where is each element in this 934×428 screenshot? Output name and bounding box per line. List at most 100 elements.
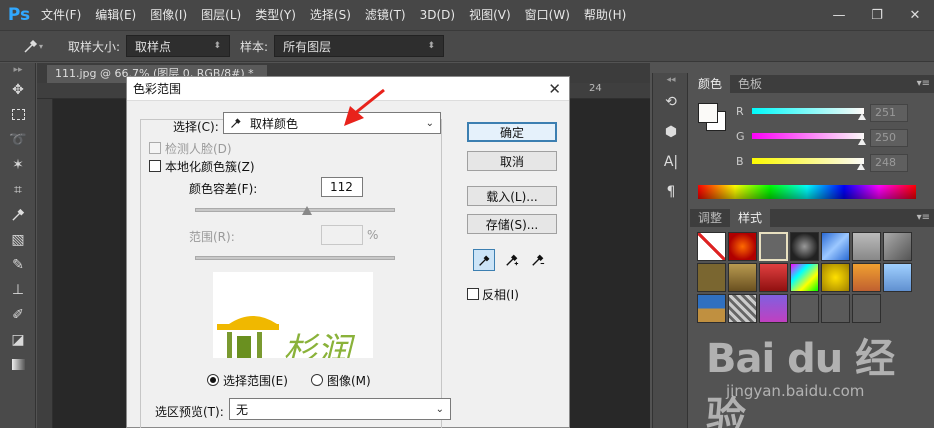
3d-panel-button[interactable]: ⬢ bbox=[653, 117, 689, 147]
range-input[interactable] bbox=[321, 225, 363, 245]
eraser-tool[interactable]: ◪ bbox=[0, 327, 36, 352]
selection-preview-dropdown[interactable]: 无 ⌄ bbox=[229, 398, 451, 420]
style-swatch[interactable] bbox=[759, 263, 788, 292]
style-swatch[interactable] bbox=[697, 263, 726, 292]
sample-label: 样本: bbox=[240, 39, 269, 54]
minimize-button[interactable]: — bbox=[820, 0, 858, 30]
channel-r-slider[interactable] bbox=[752, 108, 864, 114]
magic-wand-tool[interactable]: ✶ bbox=[0, 152, 36, 177]
localized-clusters-checkbox[interactable] bbox=[149, 160, 161, 172]
style-swatch[interactable] bbox=[759, 232, 788, 261]
style-swatch[interactable] bbox=[759, 294, 788, 323]
fuzziness-input[interactable]: 112 bbox=[321, 177, 363, 197]
menu-edit[interactable]: 编辑(E) bbox=[88, 0, 143, 30]
load-button[interactable]: 载入(L)... bbox=[467, 186, 557, 206]
eyedropper-tool-preset[interactable]: ▾ bbox=[20, 35, 46, 57]
menu-image[interactable]: 图像(I) bbox=[143, 0, 194, 30]
panel-menu-icon[interactable]: ▾≡ bbox=[917, 75, 930, 93]
tab-adjustments[interactable]: 调整 bbox=[690, 209, 730, 227]
eyedropper-subtract-button[interactable] bbox=[527, 249, 549, 271]
foreground-color-swatch[interactable] bbox=[698, 103, 718, 123]
style-none[interactable] bbox=[697, 232, 726, 261]
dialog-close-button[interactable]: ✕ bbox=[548, 80, 561, 98]
select-value: 取样颜色 bbox=[250, 116, 299, 131]
style-swatch[interactable] bbox=[697, 294, 726, 323]
marquee-tool[interactable] bbox=[0, 102, 36, 127]
channel-b-value[interactable]: 248 bbox=[870, 154, 908, 172]
channel-g-value[interactable]: 250 bbox=[870, 129, 908, 147]
menu-view[interactable]: 视图(V) bbox=[462, 0, 518, 30]
selection-radio[interactable] bbox=[207, 374, 219, 386]
sample-size-select[interactable]: 取样点 ⬍ bbox=[126, 35, 231, 57]
style-swatch[interactable] bbox=[821, 263, 850, 292]
paragraph-panel-button[interactable]: ¶ bbox=[653, 177, 689, 207]
style-swatch[interactable] bbox=[852, 294, 881, 323]
style-swatch[interactable] bbox=[728, 232, 757, 261]
clone-stamp-tool[interactable]: ⊥ bbox=[0, 277, 36, 302]
tab-swatches[interactable]: 色板 bbox=[730, 75, 770, 93]
channel-b-slider[interactable] bbox=[752, 158, 864, 164]
detect-faces-checkbox[interactable] bbox=[149, 142, 161, 154]
eyedropper-sample-button[interactable] bbox=[473, 249, 495, 271]
save-button[interactable]: 存储(S)... bbox=[467, 214, 557, 234]
menu-3d[interactable]: 3D(D) bbox=[413, 0, 462, 30]
menu-select[interactable]: 选择(S) bbox=[303, 0, 358, 30]
channel-r-thumb[interactable] bbox=[858, 113, 867, 120]
menu-file[interactable]: 文件(F) bbox=[34, 0, 88, 30]
tab-styles[interactable]: 样式 bbox=[730, 209, 771, 227]
channel-b-thumb[interactable] bbox=[856, 163, 865, 170]
healing-brush-tool[interactable]: ▧ bbox=[0, 227, 36, 252]
cube-icon: ⬢ bbox=[664, 124, 678, 140]
restore-button[interactable]: ❐ bbox=[858, 0, 896, 30]
eyedropper-add-button[interactable] bbox=[501, 249, 523, 271]
style-swatch[interactable] bbox=[883, 232, 912, 261]
close-window-button[interactable]: ✕ bbox=[896, 0, 934, 30]
style-swatch[interactable] bbox=[883, 263, 912, 292]
updown-icon: ⬍ bbox=[427, 41, 436, 51]
window-controls: — ❐ ✕ bbox=[820, 0, 934, 30]
style-swatch[interactable] bbox=[852, 263, 881, 292]
menu-filter[interactable]: 滤镜(T) bbox=[358, 0, 413, 30]
image-radio[interactable] bbox=[311, 374, 323, 386]
gradient-tool[interactable] bbox=[0, 352, 36, 377]
style-swatch[interactable] bbox=[790, 294, 819, 323]
style-swatch[interactable] bbox=[728, 263, 757, 292]
style-swatch[interactable] bbox=[821, 294, 850, 323]
character-panel-button[interactable]: A| bbox=[653, 147, 689, 177]
marquee-icon bbox=[11, 109, 25, 120]
select-dropdown[interactable]: 取样颜色 ⌄ bbox=[223, 112, 441, 134]
history-panel-button[interactable]: ⟲ bbox=[653, 87, 689, 117]
sample-select[interactable]: 所有图层 ⬍ bbox=[274, 35, 445, 57]
color-spectrum-bar[interactable] bbox=[698, 185, 916, 199]
channel-r-value[interactable]: 251 bbox=[870, 104, 908, 122]
style-swatch[interactable] bbox=[852, 232, 881, 261]
lasso-tool[interactable]: ➰ bbox=[0, 127, 36, 152]
fuzziness-slider-thumb[interactable] bbox=[302, 206, 312, 215]
channel-g-thumb[interactable] bbox=[857, 138, 866, 145]
menu-type[interactable]: 类型(Y) bbox=[248, 0, 303, 30]
ok-button[interactable]: 确定 bbox=[467, 122, 557, 142]
menu-layer[interactable]: 图层(L) bbox=[194, 0, 248, 30]
history-brush-tool[interactable]: ✐ bbox=[0, 302, 36, 327]
styles-panel-tabs: 调整 样式 ▾≡ bbox=[690, 209, 934, 227]
panel-menu-icon[interactable]: ▾≡ bbox=[917, 209, 930, 227]
eyedropper-tool[interactable] bbox=[0, 202, 36, 227]
brush-icon: ✎ bbox=[12, 256, 24, 273]
invert-checkbox[interactable] bbox=[467, 288, 479, 300]
move-tool[interactable]: ✥ bbox=[0, 77, 36, 102]
crop-tool[interactable]: ⌗ bbox=[0, 177, 36, 202]
channel-g-slider[interactable] bbox=[752, 133, 864, 139]
style-swatch[interactable] bbox=[790, 232, 819, 261]
style-swatch[interactable] bbox=[821, 232, 850, 261]
channel-r-label: R bbox=[736, 105, 744, 118]
tab-color[interactable]: 颜色 bbox=[690, 75, 731, 93]
cancel-button[interactable]: 取消 bbox=[467, 151, 557, 171]
fuzziness-slider-track[interactable] bbox=[195, 208, 395, 212]
menu-window[interactable]: 窗口(W) bbox=[518, 0, 577, 30]
ruler-mark: 24 bbox=[589, 83, 602, 94]
style-swatch[interactable] bbox=[790, 263, 819, 292]
range-slider-track[interactable] bbox=[195, 256, 395, 260]
brush-tool[interactable]: ✎ bbox=[0, 252, 36, 277]
style-swatch[interactable] bbox=[728, 294, 757, 323]
menu-help[interactable]: 帮助(H) bbox=[577, 0, 633, 30]
